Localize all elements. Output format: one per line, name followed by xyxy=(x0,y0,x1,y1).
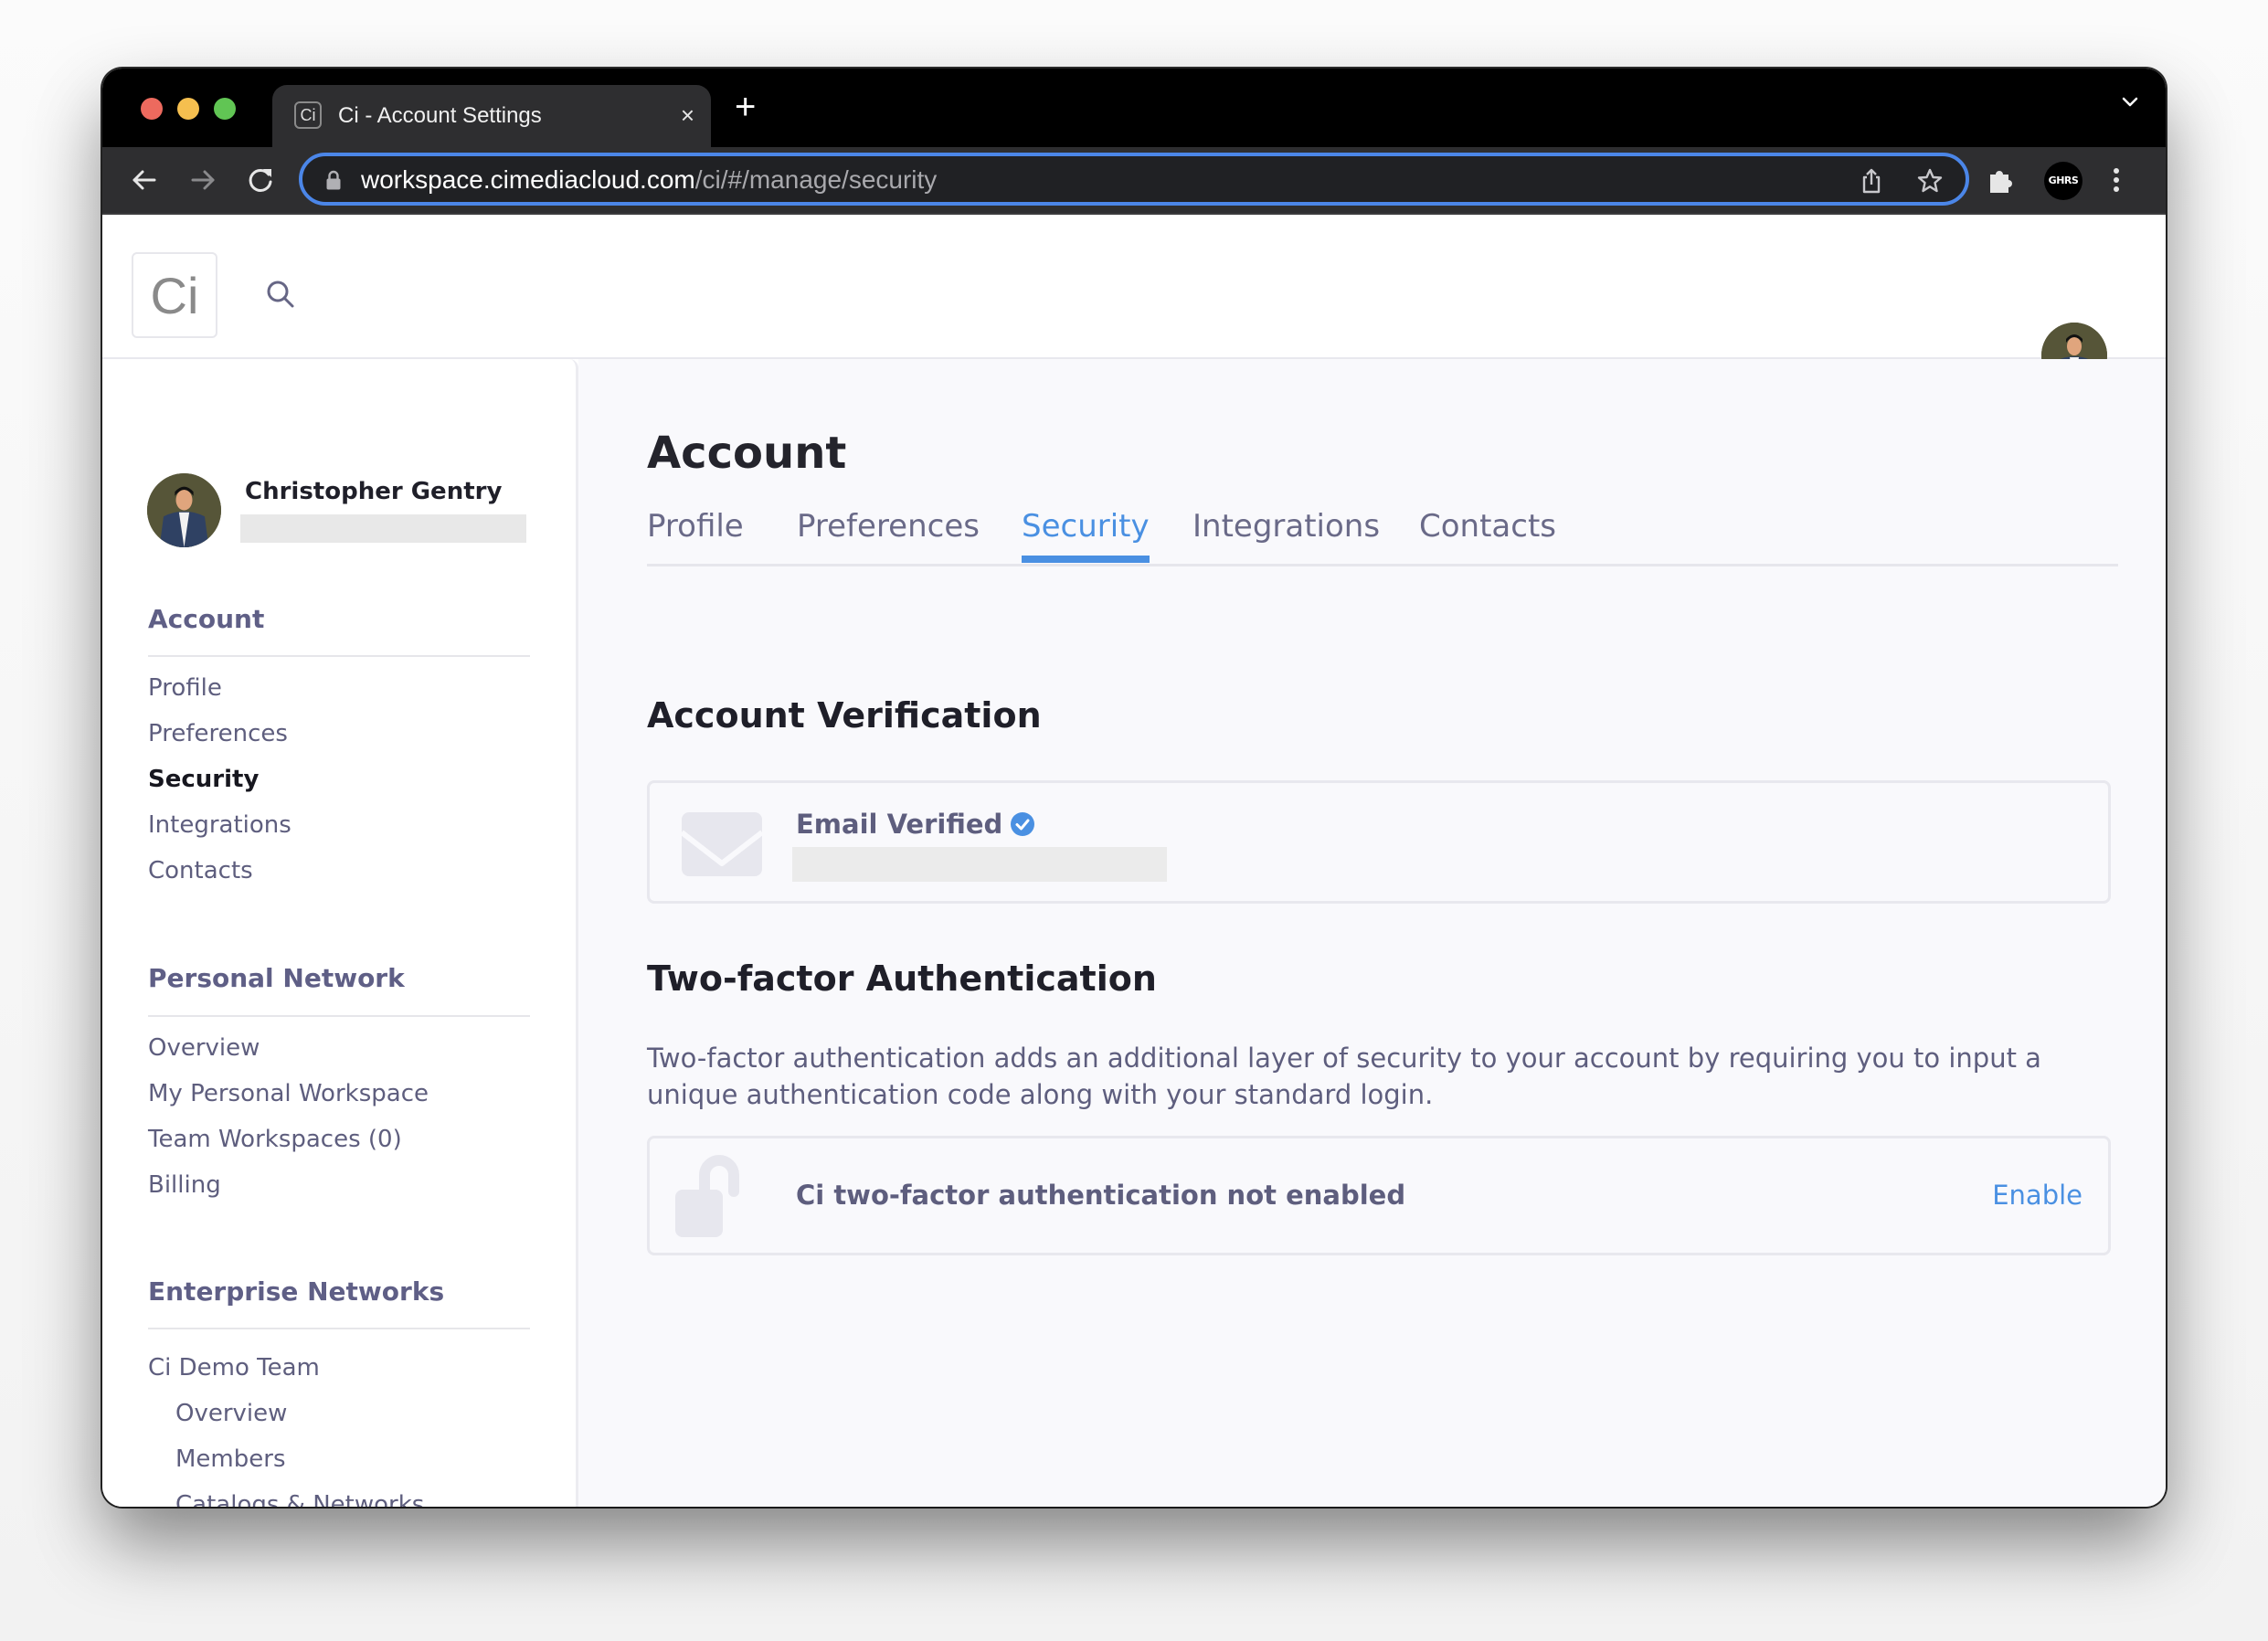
url-path: /ci/#/manage/security xyxy=(694,165,938,194)
tab-favicon-icon: Ci xyxy=(294,101,322,129)
url-text[interactable]: workspace.cimediacloud.com/ci/#/manage/s… xyxy=(361,164,937,196)
browser-window: Ci Ci - Account Settings × + workspace.c… xyxy=(102,69,2166,1507)
two-factor-status-text: Ci two-factor authentication not enabled xyxy=(796,1180,1406,1211)
two-factor-heading: Two-factor Authentication xyxy=(647,958,1157,999)
sidebar-item-integrations[interactable]: Integrations xyxy=(148,810,291,841)
sidebar-subitem-members[interactable]: Members xyxy=(175,1444,286,1475)
new-tab-button[interactable]: + xyxy=(735,89,756,125)
email-verification-card: Email Verified xyxy=(647,780,2111,904)
sidebar-item-overview[interactable]: Overview xyxy=(148,1032,260,1064)
sidebar-divider xyxy=(148,655,530,657)
sidebar-user-avatar xyxy=(147,473,221,547)
envelope-icon xyxy=(682,812,762,876)
browser-toolbar: workspace.cimediacloud.com/ci/#/manage/s… xyxy=(102,147,2166,215)
tab-list-chevron-icon[interactable] xyxy=(2122,94,2138,111)
sidebar-item-billing[interactable]: Billing xyxy=(148,1170,221,1201)
sidebar-item-team-workspaces[interactable]: Team Workspaces (0) xyxy=(148,1124,402,1155)
app-header: Ci xyxy=(102,215,2166,388)
sidebar-subitem-overview[interactable]: Overview xyxy=(175,1398,287,1429)
ci-logo[interactable]: Ci xyxy=(132,252,217,338)
unlocked-padlock-icon xyxy=(675,1155,739,1237)
tab-integrations[interactable]: Integrations xyxy=(1192,505,1380,547)
profile-icon[interactable]: GHRS xyxy=(2044,162,2083,200)
avatar-image xyxy=(147,473,221,547)
browser-tab-strip: Ci Ci - Account Settings × + xyxy=(102,69,2166,147)
sidebar-item-preferences[interactable]: Preferences xyxy=(148,718,288,749)
back-icon[interactable] xyxy=(128,164,161,196)
main-content: Account Profile Preferences Security Int… xyxy=(578,359,2166,1507)
sidebar-item-profile[interactable]: Profile xyxy=(148,672,222,704)
sidebar-item-security[interactable]: Security xyxy=(148,764,259,795)
sidebar-heading-enterprise-networks: Enterprise Networks xyxy=(148,1276,445,1307)
sidebar-subitem-catalogs-networks[interactable]: Catalogs & Networks xyxy=(175,1489,424,1507)
tab-title: Ci - Account Settings xyxy=(338,103,542,128)
sidebar-divider xyxy=(148,1328,530,1329)
tab-contacts[interactable]: Contacts xyxy=(1419,505,1556,547)
sidebar-divider xyxy=(148,1015,530,1017)
extensions-icon[interactable] xyxy=(1985,164,2018,196)
account-tabs: Profile Preferences Security Integration… xyxy=(647,505,2118,566)
sidebar-user-name: Christopher Gentry xyxy=(245,478,503,505)
tab-security[interactable]: Security xyxy=(1022,505,1150,563)
address-bar[interactable]: workspace.cimediacloud.com/ci/#/manage/s… xyxy=(299,153,1969,206)
sidebar-item-contacts[interactable]: Contacts xyxy=(148,855,253,886)
sidebar-heading-account: Account xyxy=(148,604,265,634)
tab-close-icon[interactable]: × xyxy=(681,100,694,131)
share-icon[interactable] xyxy=(1858,167,1885,195)
forward-icon[interactable] xyxy=(186,164,219,196)
bookmark-star-icon[interactable] xyxy=(1916,167,1944,195)
email-verified-text: Email Verified xyxy=(796,809,1003,840)
sidebar: Christopher Gentry Account Profile Prefe… xyxy=(102,359,578,1507)
two-factor-status-card: Ci two-factor authentication not enabled… xyxy=(647,1136,2111,1255)
sidebar-item-my-personal-workspace[interactable]: My Personal Workspace xyxy=(148,1078,429,1109)
account-verification-heading: Account Verification xyxy=(647,695,1042,736)
two-factor-description: Two-factor authentication adds an additi… xyxy=(647,1043,2041,1110)
sidebar-heading-personal-network: Personal Network xyxy=(148,963,405,993)
tab-profile[interactable]: Profile xyxy=(647,505,744,547)
verified-check-icon xyxy=(1011,812,1035,836)
url-host: workspace.cimediacloud.com xyxy=(361,165,695,194)
enable-two-factor-link[interactable]: Enable xyxy=(1992,1177,2083,1213)
menu-kebab-icon[interactable] xyxy=(2100,164,2133,196)
close-window-button[interactable] xyxy=(141,98,163,120)
search-icon[interactable] xyxy=(265,279,296,310)
maximize-window-button[interactable] xyxy=(214,98,236,120)
sidebar-user-email-redacted xyxy=(240,514,526,543)
email-verified-label: Email Verified xyxy=(796,806,1035,842)
lock-icon[interactable] xyxy=(326,170,341,190)
email-address-redacted xyxy=(792,847,1167,882)
reload-icon[interactable] xyxy=(244,164,277,196)
logo-text: Ci xyxy=(150,267,199,324)
tab-preferences[interactable]: Preferences xyxy=(797,505,980,547)
minimize-window-button[interactable] xyxy=(177,98,199,120)
sidebar-item-ci-demo-team[interactable]: Ci Demo Team xyxy=(148,1352,320,1383)
browser-tab-active[interactable]: Ci Ci - Account Settings × xyxy=(272,85,711,147)
page-title: Account xyxy=(647,428,847,479)
